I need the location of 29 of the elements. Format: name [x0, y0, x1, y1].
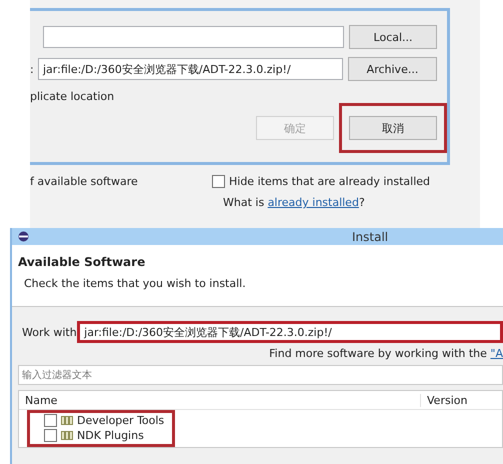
find-more-text: Find more software by working with the "A — [269, 347, 503, 360]
location-label: : — [30, 62, 35, 76]
archive-button[interactable]: Archive... — [348, 57, 437, 81]
page-subtitle: Check the items that you wish to install. — [23, 277, 247, 290]
work-with-label: Work with — [21, 326, 78, 338]
item-checkbox[interactable] — [44, 429, 57, 442]
window-title: Install — [352, 230, 388, 244]
local-button[interactable]: Local... — [349, 25, 437, 49]
duplicate-location-label: plicate location — [30, 90, 114, 103]
package-icon — [61, 416, 73, 425]
location-field[interactable]: jar:file:/D:/360安全浏览器下载/ADT-22.3.0.zip!/ — [38, 58, 343, 80]
item-label: Developer Tools — [77, 414, 164, 427]
column-header[interactable]: Name — [19, 394, 421, 406]
item-checkbox[interactable] — [44, 414, 57, 427]
column-header[interactable]: Version — [421, 394, 468, 406]
already-installed-link[interactable]: already installed — [268, 196, 359, 209]
package-icon — [61, 431, 73, 440]
item-label: NDK Plugins — [77, 429, 144, 442]
page-heading: Available Software — [18, 255, 146, 269]
cancel-button[interactable]: 取消 — [349, 116, 437, 140]
installed-question: What is already installed? — [223, 196, 365, 209]
eclipse-icon — [18, 231, 29, 242]
hide-installed-label: Hide items that are already installed — [229, 175, 430, 188]
available-software-label: f available software — [30, 175, 139, 188]
work-with-field[interactable]: jar:file:/D:/360安全浏览器下载/ADT-22.3.0.zip!/ — [77, 321, 503, 343]
filter-field[interactable]: 输入过滤器文本 — [18, 365, 503, 385]
name-field[interactable] — [42, 26, 344, 48]
sites-link[interactable]: "A — [490, 347, 503, 360]
hide-installed-checkbox[interactable] — [212, 175, 225, 188]
